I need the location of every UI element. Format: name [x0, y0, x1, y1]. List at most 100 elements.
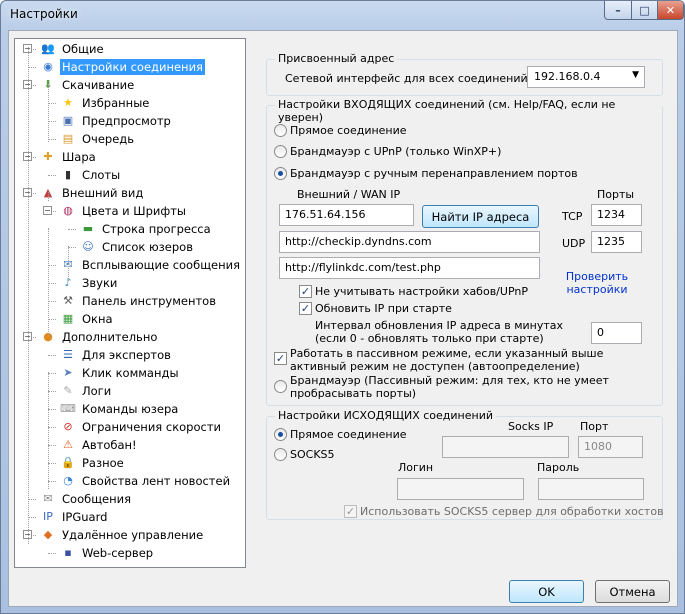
incoming-direct-label: Прямое соединение: [290, 124, 407, 137]
network-interface-select[interactable]: 192.168.0.4 ▼: [527, 66, 645, 88]
outgoing-socks5-radio[interactable]: [274, 448, 287, 461]
wan-ip-input[interactable]: 176.51.64.156: [279, 204, 414, 226]
incoming-upnp-radio[interactable]: [274, 145, 287, 158]
tree-guide-line: [28, 47, 29, 544]
tree-item[interactable]: ⌨ Команды юзера: [60, 400, 180, 418]
incoming-manual-radio[interactable]: [274, 167, 287, 180]
queue-icon: ▤: [62, 132, 74, 145]
tree-item[interactable]: ● Дополнительно: [40, 328, 159, 346]
tree-item-label: Настройки соединения: [60, 59, 205, 75]
incoming-direct-radio[interactable]: [274, 124, 287, 137]
tree-item[interactable]: ✉ Всплывающие сообщения: [60, 256, 242, 274]
tree-item-label: Список юзеров: [102, 240, 193, 254]
tree-guide-line: [48, 372, 49, 489]
tree-item[interactable]: IP IPGuard: [40, 508, 109, 526]
tree-item[interactable]: ◍ Цвета и Шрифты: [60, 202, 188, 220]
tree-item[interactable]: ▮ Слоты: [60, 166, 122, 184]
udp-port-input[interactable]: 1235: [591, 231, 642, 253]
tree-item[interactable]: ◔ Свойства лент новостей: [60, 472, 232, 490]
outgoing-direct-radio[interactable]: [274, 428, 287, 441]
tree-item[interactable]: ✉ Сообщения: [40, 490, 133, 508]
tree-connector: [48, 301, 56, 302]
tree-item[interactable]: ⊘ Ограничения скорости: [60, 418, 223, 436]
tree-item-label: Web-сервер: [82, 546, 154, 560]
tree-item[interactable]: ▤ Очередь: [60, 130, 136, 148]
tree-item-label: Удалённое управление: [62, 528, 204, 542]
tree-item-label: Скачивание: [62, 78, 135, 92]
tree-connector: [48, 463, 56, 464]
password-input[interactable]: [538, 478, 644, 500]
star-icon: ★: [63, 96, 73, 109]
login-input[interactable]: [397, 478, 524, 500]
find-ip-button[interactable]: Найти IP адреса: [422, 205, 539, 228]
tree-item[interactable]: ◆ Удалённое управление: [40, 526, 205, 544]
tree-item[interactable]: ▲ Внешний вид: [40, 184, 145, 202]
speed-limit-icon: ⊘: [63, 420, 73, 433]
use-socks-checkbox[interactable]: ✓: [344, 505, 357, 518]
tree-item[interactable]: ➤ Клик комманды: [60, 364, 181, 382]
ip-check-url-2-input[interactable]: http://flylinkdc.com/test.php: [279, 257, 540, 279]
ok-button[interactable]: OK: [509, 580, 584, 603]
tree-item-label: Очередь: [82, 132, 135, 146]
tree-item[interactable]: 👥 Общие: [40, 40, 106, 58]
tree-item[interactable]: ▦ Окна: [60, 310, 115, 328]
tree-item-label: Окна: [82, 312, 113, 326]
minimize-button[interactable]: –: [604, 1, 632, 20]
tree-item[interactable]: ⬇ Скачивание: [40, 76, 136, 94]
socks-port-input[interactable]: 1080: [578, 436, 643, 458]
tree-expander[interactable]: −: [43, 206, 52, 215]
click-command-icon: ➤: [63, 366, 73, 379]
palette-icon: ◍: [63, 204, 73, 217]
tree-item-label: Цвета и Шрифты: [82, 204, 186, 218]
tree-item-label: Разное: [82, 456, 124, 470]
settings-tree[interactable]: 👥 Общие − ◉ Настройки соединения ⬇ Скачивание −…: [14, 38, 246, 568]
tree-item[interactable]: ◉ Настройки соединения: [40, 58, 205, 76]
tree-item[interactable]: 🔒 Разное: [60, 454, 126, 472]
udp-label: UDP: [562, 237, 586, 250]
preview-icon: ▣: [62, 114, 74, 127]
ports-label: Порты: [597, 188, 635, 201]
incoming-manual-label: Брандмауэр с ручным перенаправлением пор…: [290, 167, 578, 180]
tree-guide-line: [68, 246, 69, 281]
ignore-upnp-checkbox[interactable]: ✓: [299, 285, 312, 298]
bars-icon: ▮: [64, 168, 72, 181]
tree-connector: [48, 553, 56, 554]
update-ip-checkbox[interactable]: ✓: [299, 302, 312, 315]
tree-item[interactable]: ☰ Для экспертов: [60, 346, 173, 364]
tree-item[interactable]: ⚒ Панель инструментов: [60, 292, 218, 310]
incoming-title: Настройки ВХОДЯЩИХ соединений (см. Help/…: [275, 98, 662, 124]
socks-ip-label: Socks IP: [508, 420, 554, 433]
maximize-button[interactable]: □: [631, 1, 658, 20]
tree-item[interactable]: ⚠ Автобан!: [60, 436, 139, 454]
tcp-port-input[interactable]: 1234: [591, 204, 642, 226]
tree-item[interactable]: ▪ Web-сервер: [60, 544, 155, 562]
outgoing-socks5-label: SOCKS5: [290, 448, 335, 461]
tree-item[interactable]: ▣ Предпросмотр: [60, 112, 173, 130]
tree-connector: [28, 517, 36, 518]
tree-item[interactable]: ★ Избранные: [60, 94, 151, 112]
tree-guide-line: [48, 84, 49, 142]
tree-item[interactable]: ☺ Список юзеров: [80, 238, 195, 256]
check-settings-link[interactable]: Проверить настройки: [560, 270, 634, 296]
socks-port-label: Порт: [580, 420, 609, 433]
tree-connector: [48, 445, 56, 446]
tree-guide-line: [48, 228, 49, 336]
passive-firewall-radio[interactable]: [274, 380, 287, 393]
cancel-button[interactable]: Отмена: [595, 580, 670, 603]
tree-item[interactable]: ✚ Шара: [40, 148, 98, 166]
tree-item-label: Внешний вид: [62, 186, 144, 200]
tree-item[interactable]: ✎ Логи: [60, 382, 113, 400]
update-interval-input[interactable]: 0: [591, 322, 642, 344]
autoban-icon: ⚠: [63, 438, 73, 451]
rss-icon: ◔: [63, 474, 73, 487]
network-interface-label: Сетевой интерфейс для всех соединений: [285, 72, 528, 85]
passive-mode-checkbox[interactable]: ✓: [274, 352, 287, 365]
incoming-upnp-label: Брандмауэр с UPnP (только WinXP+): [290, 145, 502, 158]
close-button[interactable]: ✕: [657, 1, 684, 20]
chevron-down-icon: ▼: [632, 70, 639, 80]
ip-check-url-1-input[interactable]: http://checkip.dyndns.com: [279, 231, 540, 253]
tree-connector: [48, 391, 56, 392]
tree-item-label: IPGuard: [62, 510, 108, 524]
tree-item[interactable]: ▬ Строка прогресса: [80, 220, 213, 238]
socks-ip-input[interactable]: [442, 436, 569, 458]
